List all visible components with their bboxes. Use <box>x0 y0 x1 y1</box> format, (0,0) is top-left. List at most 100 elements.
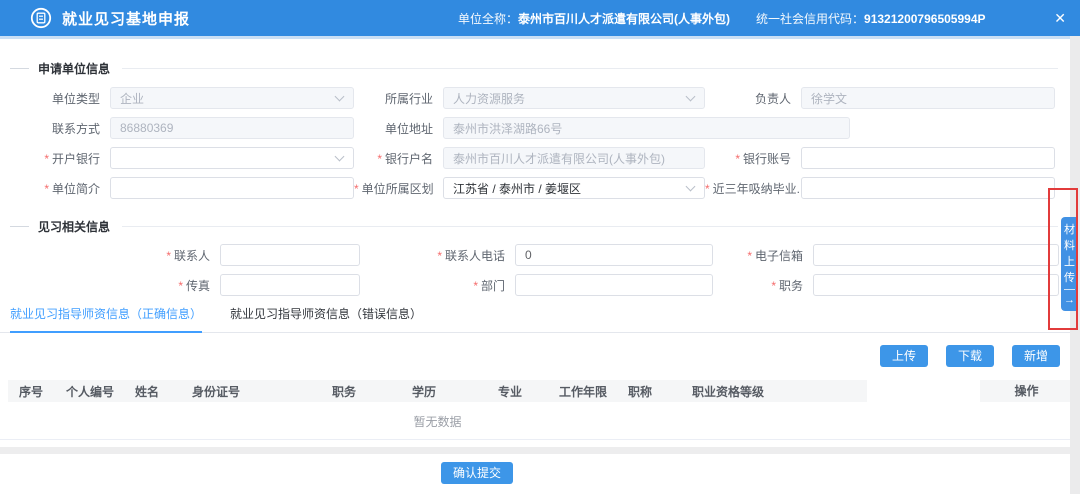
side-tab-divider <box>1064 289 1075 290</box>
form-row: *单位简介 *单位所属区划 江苏省 / 泰州市 / 姜堰区 *近三年吸纳毕业..… <box>0 177 1080 199</box>
label-text: 部门 <box>481 279 505 293</box>
form-row: 联系方式 单位地址 <box>0 117 1080 139</box>
email-input[interactable] <box>813 244 1059 266</box>
graduates-input[interactable] <box>801 177 1055 199</box>
main-content: 申请单位信息 单位类型 企业 所属行业 人力资源服务 负责人 联系方式 单位地址… <box>0 39 1080 494</box>
section-divider <box>122 226 1058 227</box>
label-text: 单位所属区划 <box>362 182 434 196</box>
required-mark: * <box>166 249 171 263</box>
column-header: 身份证号 <box>192 383 332 400</box>
header-accent-strip <box>0 36 1080 39</box>
industry-label: 所属行业 <box>354 90 443 107</box>
label-text: 联系人电话 <box>445 249 505 263</box>
label-text: 负责人 <box>755 92 791 106</box>
credit-code: 统一社会信用代码：91321200796505994P <box>756 10 985 27</box>
table-toolbar: 上传 下载 新增 <box>0 345 1070 367</box>
add-button[interactable]: 新增 <box>1012 345 1060 367</box>
contact-person-input[interactable] <box>220 244 360 266</box>
bank-account-name-label: *银行户名 <box>354 150 443 167</box>
label-text: 传真 <box>186 279 210 293</box>
required-mark: * <box>473 279 478 293</box>
confirm-submit-button[interactable]: 确认提交 <box>441 462 513 484</box>
bank-account-no-label: *银行账号 <box>705 150 801 167</box>
page-title: 就业见习基地申报 <box>62 8 190 29</box>
column-header: 个人编号 <box>66 383 135 400</box>
principal-input <box>801 87 1055 109</box>
required-mark: * <box>178 279 183 293</box>
label-text: 职务 <box>779 279 803 293</box>
column-header: 姓名 <box>135 383 192 400</box>
form-row: *开户银行 *银行户名 *银行账号 <box>0 147 1080 169</box>
page-gap <box>0 447 1080 454</box>
close-icon[interactable]: ✕ <box>1048 0 1072 36</box>
required-mark: * <box>44 182 49 196</box>
contact-phone-input[interactable] <box>515 244 713 266</box>
bank-account-no-input[interactable] <box>801 147 1055 169</box>
bank-account-name-input <box>443 147 705 169</box>
district-value: 江苏省 / 泰州市 / 姜堰区 <box>453 180 581 197</box>
header-unit-info: 单位全称：泰州市百川人才派遣有限公司(人事外包) 统一社会信用代码：913212… <box>458 0 986 36</box>
column-header: 职务 <box>332 383 412 400</box>
label-text: 开户银行 <box>52 152 100 166</box>
download-button[interactable]: 下载 <box>946 345 994 367</box>
column-header: 工作年限 <box>559 383 628 400</box>
teacher-info-tabs: 就业见习指导师资信息（正确信息） 就业见习指导师资信息（错误信息） <box>0 305 1070 333</box>
chevron-down-icon <box>686 92 696 102</box>
section-divider <box>122 68 1058 69</box>
section-unit-info-title: 申请单位信息 <box>38 60 110 77</box>
required-mark: * <box>354 182 359 196</box>
form-row: *传真 *部门 *职务 <box>0 274 1080 296</box>
principal-label: 负责人 <box>705 90 801 107</box>
unit-fullname-label: 单位全称： <box>458 12 518 26</box>
tab-error-info[interactable]: 就业见习指导师资信息（错误信息） <box>230 305 422 332</box>
form-row: *联系人 *联系人电话 *电子信箱 <box>0 244 1080 266</box>
required-mark: * <box>44 152 49 166</box>
card-bottom-padding <box>0 440 1080 447</box>
table-body: 暂无数据 <box>0 402 1070 440</box>
contact-person-label: *联系人 <box>0 247 220 264</box>
footer-bar: 确认提交 <box>0 454 1080 494</box>
column-header: 职业资格等级 <box>692 383 867 400</box>
section-dash <box>10 226 29 227</box>
label-text: 所属行业 <box>385 92 433 106</box>
unit-type-select: 企业 <box>110 87 354 109</box>
bank-select[interactable] <box>110 147 354 169</box>
fax-label: *传真 <box>0 277 220 294</box>
bank-label: *开户银行 <box>0 150 110 167</box>
table-header: 序号 个人编号 姓名 身份证号 职务 学历 专业 工作年限 职称 职业资格等级 … <box>0 380 1070 402</box>
address-label: 单位地址 <box>354 120 443 137</box>
required-mark: * <box>437 249 442 263</box>
column-header: 序号 <box>8 383 66 400</box>
department-input[interactable] <box>515 274 713 296</box>
column-header: 专业 <box>498 383 559 400</box>
section-dash <box>10 68 29 69</box>
section-internship-info-title: 见习相关信息 <box>38 218 110 235</box>
label-text: 单位类型 <box>52 92 100 106</box>
upload-button[interactable]: 上传 <box>880 345 928 367</box>
unit-type-label: 单位类型 <box>0 90 110 107</box>
intro-label: *单位简介 <box>0 180 110 197</box>
app-header: 就业见习基地申报 单位全称：泰州市百川人才派遣有限公司(人事外包) 统一社会信用… <box>0 0 1080 36</box>
material-upload-side-tab[interactable]: 材料上传 → <box>1061 217 1078 311</box>
label-text: 银行账号 <box>743 152 791 166</box>
label-text: 联系人 <box>174 249 210 263</box>
district-label: *单位所属区划 <box>354 180 443 197</box>
graduates-label: *近三年吸纳毕业... <box>705 180 801 197</box>
column-header-action: 操作 <box>980 380 1073 402</box>
district-cascader[interactable]: 江苏省 / 泰州市 / 姜堰区 <box>443 177 705 199</box>
intro-input[interactable] <box>110 177 354 199</box>
form-icon <box>30 7 52 29</box>
form-row: 单位类型 企业 所属行业 人力资源服务 负责人 <box>0 87 1080 109</box>
unit-fullname-value: 泰州市百川人才派遣有限公司(人事外包) <box>518 12 730 26</box>
arrow-right-icon: → <box>1061 293 1078 307</box>
department-label: *部门 <box>360 277 515 294</box>
unit-fullname: 单位全称：泰州市百川人才派遣有限公司(人事外包) <box>458 10 730 27</box>
tab-correct-info[interactable]: 就业见习指导师资信息（正确信息） <box>10 305 202 333</box>
contact-phone-label: *联系人电话 <box>360 247 515 264</box>
position-input[interactable] <box>813 274 1059 296</box>
required-mark: * <box>705 182 710 196</box>
label-text: 电子信箱 <box>755 249 803 263</box>
section-unit-info-header: 申请单位信息 <box>0 62 1070 74</box>
fax-input[interactable] <box>220 274 360 296</box>
teacher-table: 序号 个人编号 姓名 身份证号 职务 学历 专业 工作年限 职称 职业资格等级 … <box>0 380 1070 440</box>
